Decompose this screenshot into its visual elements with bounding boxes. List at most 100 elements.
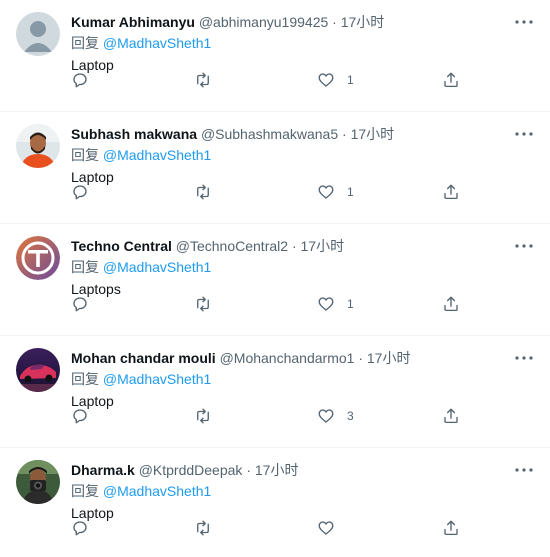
reply-icon bbox=[73, 409, 87, 424]
reply-icon bbox=[73, 521, 87, 536]
retweet-icon bbox=[197, 520, 209, 536]
like-button[interactable]: 1 bbox=[317, 294, 354, 314]
reply-prefix: 回复 bbox=[71, 371, 99, 387]
reply-icon bbox=[73, 297, 87, 312]
tweet-body: Subhash makwana @Subhashmakwana5 · 17小时 … bbox=[71, 125, 502, 186]
retweet-icon bbox=[197, 72, 209, 88]
tweet-body: Techno Central @TechnoCentral2 · 17小时 回复… bbox=[71, 237, 502, 298]
like-button[interactable]: 1 bbox=[317, 70, 354, 90]
share-button[interactable] bbox=[442, 70, 460, 90]
display-name[interactable]: Mohan chandar mouli bbox=[71, 350, 216, 366]
avatar[interactable] bbox=[16, 460, 60, 504]
user-handle[interactable]: @Mohanchandarmo1 bbox=[220, 350, 355, 366]
share-icon bbox=[444, 520, 458, 536]
user-handle[interactable]: @TechnoCentral2 bbox=[176, 238, 288, 254]
tweet[interactable]: Kumar Abhimanyu @abhimanyu199425 · 17小时 … bbox=[0, 0, 550, 112]
share-button[interactable] bbox=[442, 406, 460, 426]
timestamp[interactable]: 17小时 bbox=[367, 350, 411, 366]
like-count: 1 bbox=[347, 185, 354, 199]
separator-dot: · bbox=[291, 238, 297, 254]
more-icon[interactable] bbox=[514, 236, 534, 256]
mention-link[interactable]: @MadhavSheth1 bbox=[103, 35, 211, 51]
like-count: 1 bbox=[347, 73, 354, 87]
tweet-body: Mohan chandar mouli @Mohanchandarmo1 · 1… bbox=[71, 349, 502, 410]
tweet-header: Subhash makwana @Subhashmakwana5 · 17小时 bbox=[71, 125, 502, 143]
display-name[interactable]: Subhash makwana bbox=[71, 126, 197, 142]
mention-link[interactable]: @MadhavSheth1 bbox=[103, 483, 211, 499]
user-handle[interactable]: @abhimanyu199425 bbox=[199, 14, 328, 30]
avatar[interactable] bbox=[16, 236, 60, 280]
heart-icon bbox=[318, 521, 334, 535]
reply-button[interactable] bbox=[71, 182, 89, 202]
retweet-icon bbox=[197, 184, 209, 200]
separator-dot: · bbox=[246, 462, 251, 478]
tweet-body: Kumar Abhimanyu @abhimanyu199425 · 17小时 … bbox=[71, 13, 502, 74]
replying-to: 回复 @MadhavSheth1 bbox=[71, 146, 502, 164]
separator-dot: · bbox=[342, 126, 347, 142]
share-icon bbox=[444, 296, 458, 312]
tweet[interactable]: Dharma.k @KtprddDeepak · 17小时 回复 @Madhav… bbox=[0, 448, 550, 557]
retweet-button[interactable] bbox=[193, 406, 213, 426]
mention-link[interactable]: @MadhavSheth1 bbox=[103, 259, 211, 275]
tweet-header: Mohan chandar mouli @Mohanchandarmo1 · 1… bbox=[71, 349, 502, 367]
avatar[interactable] bbox=[16, 124, 60, 168]
reply-icon bbox=[73, 185, 87, 200]
like-button[interactable] bbox=[317, 518, 347, 538]
tweet[interactable]: Mohan chandar mouli @Mohanchandarmo1 · 1… bbox=[0, 336, 550, 448]
reply-prefix: 回复 bbox=[71, 483, 99, 499]
replying-to: 回复 @MadhavSheth1 bbox=[71, 482, 502, 500]
retweet-button[interactable] bbox=[193, 518, 213, 538]
reply-button[interactable] bbox=[71, 406, 89, 426]
more-icon[interactable] bbox=[514, 460, 534, 480]
like-button[interactable]: 1 bbox=[317, 182, 354, 202]
reply-icon bbox=[73, 73, 87, 88]
separator-dot: · bbox=[358, 350, 363, 366]
display-name[interactable]: Dharma.k bbox=[71, 462, 135, 478]
timestamp[interactable]: 17小时 bbox=[341, 14, 385, 30]
heart-icon bbox=[318, 73, 334, 87]
tweet-actions bbox=[71, 518, 471, 538]
reply-button[interactable] bbox=[71, 518, 89, 538]
reply-feed: Kumar Abhimanyu @abhimanyu199425 · 17小时 … bbox=[0, 0, 550, 557]
tweet[interactable]: Subhash makwana @Subhashmakwana5 · 17小时 … bbox=[0, 112, 550, 224]
replying-to: 回复 @MadhavSheth1 bbox=[71, 370, 502, 388]
more-icon[interactable] bbox=[514, 124, 534, 144]
heart-icon bbox=[318, 297, 334, 311]
share-icon bbox=[444, 72, 458, 88]
retweet-icon bbox=[197, 296, 209, 312]
user-handle[interactable]: @Subhashmakwana5 bbox=[201, 126, 338, 142]
tweet-actions: 3 bbox=[71, 406, 471, 426]
reply-prefix: 回复 bbox=[71, 35, 99, 51]
share-icon bbox=[444, 184, 458, 200]
tweet-header: Dharma.k @KtprddDeepak · 17小时 bbox=[71, 461, 502, 479]
mention-link[interactable]: @MadhavSheth1 bbox=[103, 147, 211, 163]
tweet-actions: 1 bbox=[71, 294, 471, 314]
reply-button[interactable] bbox=[71, 70, 89, 90]
display-name[interactable]: Kumar Abhimanyu bbox=[71, 14, 195, 30]
retweet-button[interactable] bbox=[193, 70, 213, 90]
share-button[interactable] bbox=[442, 182, 460, 202]
reply-button[interactable] bbox=[71, 294, 89, 314]
more-icon[interactable] bbox=[514, 348, 534, 368]
display-name[interactable]: Techno Central bbox=[71, 238, 172, 254]
timestamp[interactable]: 17小时 bbox=[351, 126, 395, 142]
mention-link[interactable]: @MadhavSheth1 bbox=[103, 371, 211, 387]
user-handle[interactable]: @KtprddDeepak bbox=[139, 462, 243, 478]
replying-to: 回复 @MadhavSheth1 bbox=[71, 258, 502, 276]
share-button[interactable] bbox=[442, 294, 460, 314]
like-count: 3 bbox=[347, 409, 354, 423]
heart-icon bbox=[318, 185, 334, 199]
more-icon[interactable] bbox=[514, 12, 534, 32]
timestamp[interactable]: 17小时 bbox=[301, 238, 345, 254]
tweet[interactable]: Techno Central @TechnoCentral2 · 17小时 回复… bbox=[0, 224, 550, 336]
share-button[interactable] bbox=[442, 518, 460, 538]
separator-dot: · bbox=[332, 14, 337, 30]
timestamp[interactable]: 17小时 bbox=[255, 462, 299, 478]
avatar[interactable] bbox=[16, 348, 60, 392]
like-button[interactable]: 3 bbox=[317, 406, 354, 426]
retweet-button[interactable] bbox=[193, 294, 213, 314]
avatar[interactable] bbox=[16, 12, 60, 56]
like-count: 1 bbox=[347, 297, 354, 311]
tweet-header: Techno Central @TechnoCentral2 · 17小时 bbox=[71, 237, 502, 255]
retweet-button[interactable] bbox=[193, 182, 213, 202]
